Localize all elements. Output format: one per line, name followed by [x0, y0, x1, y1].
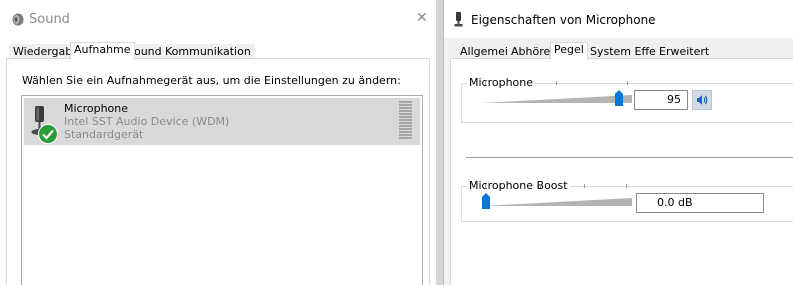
boost-tick — [584, 184, 585, 188]
sound-title: Sound — [29, 12, 70, 27]
microphone-boost-value[interactable]: 0.0 dB — [636, 193, 764, 213]
microphone-properties-dialog: Eigenschaften von Microphone Allgemein A… — [444, 0, 793, 285]
pegel-panel: Microphone 95 Microphone Boost 0.0 dB — [450, 58, 793, 285]
separator — [466, 157, 793, 158]
level-tick — [627, 81, 628, 85]
boost-tick — [540, 184, 541, 188]
microphone-level-track — [482, 95, 632, 103]
tab-kommunikation[interactable]: Kommunikation — [161, 44, 255, 59]
tab-aufnahme[interactable]: Aufnahme — [70, 42, 135, 60]
close-icon[interactable]: ✕ — [416, 10, 428, 26]
default-checkmark-icon — [38, 124, 58, 144]
properties-titlebar: Eigenschaften von Microphone — [444, 0, 793, 38]
boost-tick — [485, 184, 486, 188]
boost-tick — [626, 184, 627, 188]
device-driver: Intel SST Audio Device (WDM) — [64, 115, 230, 128]
sound-titlebar: Sound ✕ — [0, 0, 436, 38]
level-tick — [556, 81, 557, 85]
device-status: Standardgerät — [64, 128, 144, 141]
screen: Sound ✕ Wiedergabe Aufnahme Sounds Kommu… — [0, 0, 793, 285]
tab-pegel[interactable]: Pegel — [550, 42, 588, 60]
sound-tab-strip: Wiedergabe Aufnahme Sounds Kommunikation — [0, 42, 436, 60]
microphone-boost-label: Microphone Boost — [467, 179, 570, 192]
speaker-volume-icon — [697, 95, 708, 105]
properties-title: Eigenschaften von Microphone — [471, 13, 656, 27]
aufnahme-panel: Wählen Sie ein Aufnahmegerät aus, um die… — [6, 58, 430, 285]
instruction-text: Wählen Sie ein Aufnahmegerät aus, um die… — [22, 74, 401, 87]
list-item-microphone[interactable]: Microphone Intel SST Audio Device (WDM) … — [24, 98, 420, 145]
level-meter — [399, 101, 412, 141]
microphone-boost-group: Microphone Boost 0.0 dB — [461, 180, 793, 222]
microphone-level-group: Microphone 95 — [461, 77, 793, 123]
microphone-boost-track — [482, 198, 632, 206]
microphone-level-value[interactable]: 95 — [634, 90, 688, 110]
recording-device-list[interactable]: Microphone Intel SST Audio Device (WDM) … — [21, 95, 423, 285]
microphone-title-icon — [454, 12, 463, 27]
microphone-level-label: Microphone — [467, 76, 536, 89]
level-tick — [485, 81, 486, 85]
properties-tab-strip: Allgemein Abhören Pegel System Effects E… — [444, 42, 793, 60]
microphone-boost-slider[interactable] — [482, 193, 490, 209]
mute-button[interactable] — [692, 90, 712, 110]
tab-erweitert[interactable]: Erweitert — [655, 44, 714, 59]
sound-dialog: Sound ✕ Wiedergabe Aufnahme Sounds Kommu… — [0, 0, 436, 285]
sound-app-icon — [12, 13, 24, 26]
microphone-level-slider[interactable] — [615, 90, 623, 106]
device-name: Microphone — [64, 102, 129, 115]
